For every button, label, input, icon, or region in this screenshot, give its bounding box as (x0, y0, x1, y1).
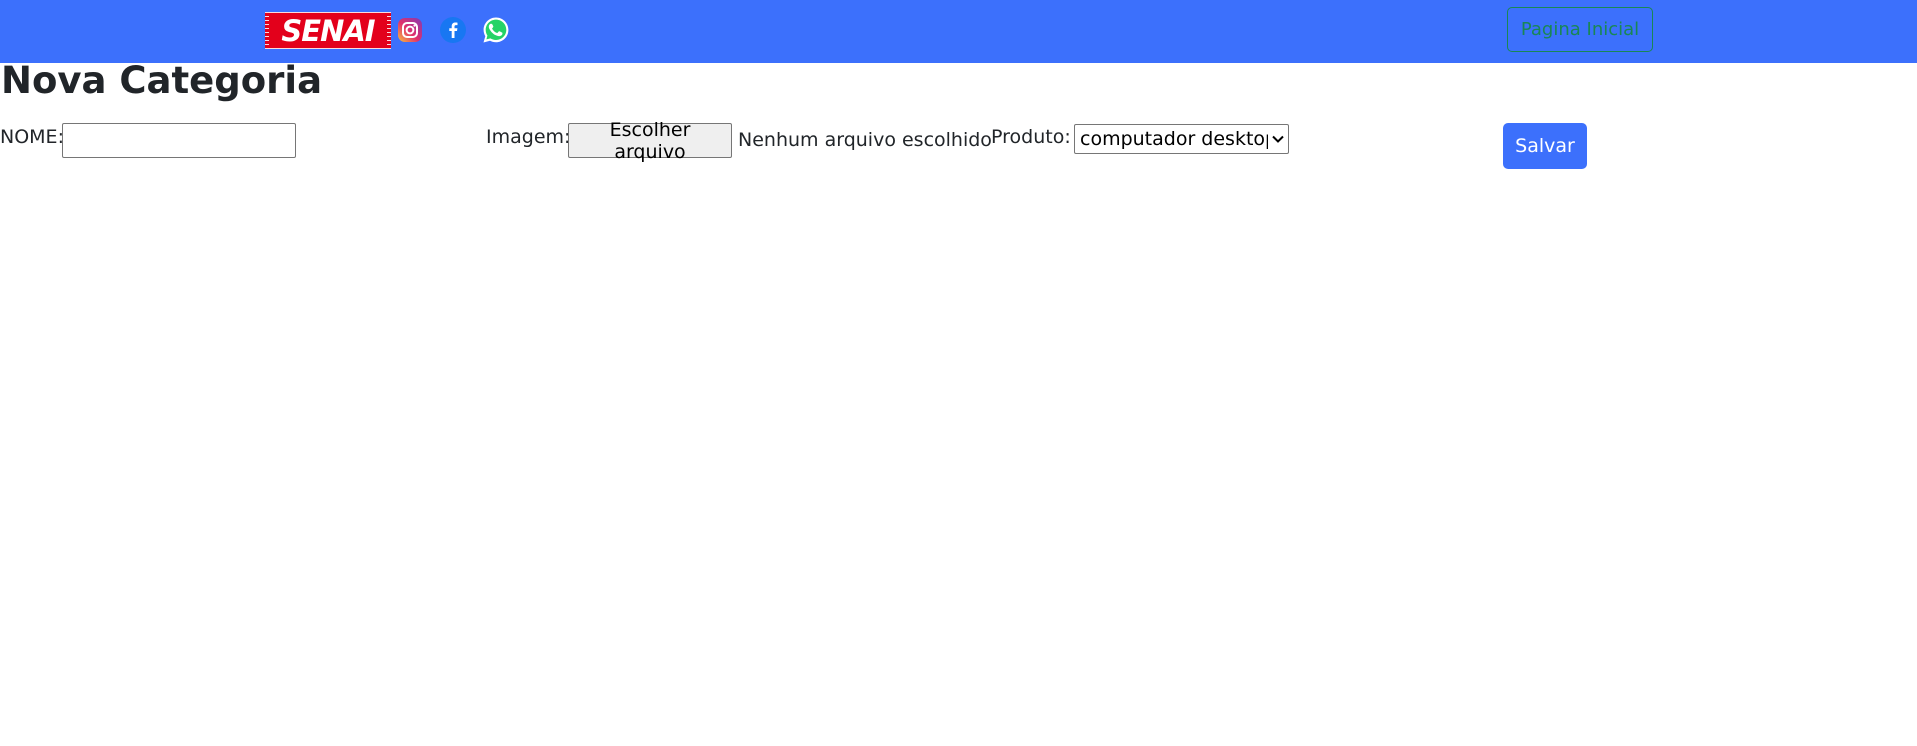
pagina-inicial-button[interactable]: Pagina Inicial (1507, 7, 1653, 52)
produto-select[interactable]: computador desktop (1074, 124, 1289, 154)
instagram-icon[interactable] (395, 15, 425, 45)
logo-wordmark: SENAI (269, 14, 387, 48)
whatsapp-icon[interactable] (481, 15, 511, 45)
nome-input[interactable] (62, 123, 296, 158)
save-button[interactable]: Salvar (1503, 123, 1587, 169)
chevron-down-icon (1268, 135, 1288, 143)
nome-label: NOME: (0, 126, 64, 148)
choose-file-button[interactable]: Escolher arquivo (568, 119, 732, 163)
facebook-icon[interactable] (438, 15, 468, 45)
top-navbar: SENAI Pagina Inicial (0, 0, 1917, 63)
produto-label: Produto: (991, 126, 1071, 148)
senai-logo[interactable]: SENAI (265, 12, 391, 49)
file-status-text: Nenhum arquivo escolhido (738, 129, 992, 151)
imagem-label: Imagem: (486, 126, 571, 148)
produto-selected-value: computador desktop (1080, 128, 1268, 150)
page-title: Nova Categoria (1, 59, 323, 102)
